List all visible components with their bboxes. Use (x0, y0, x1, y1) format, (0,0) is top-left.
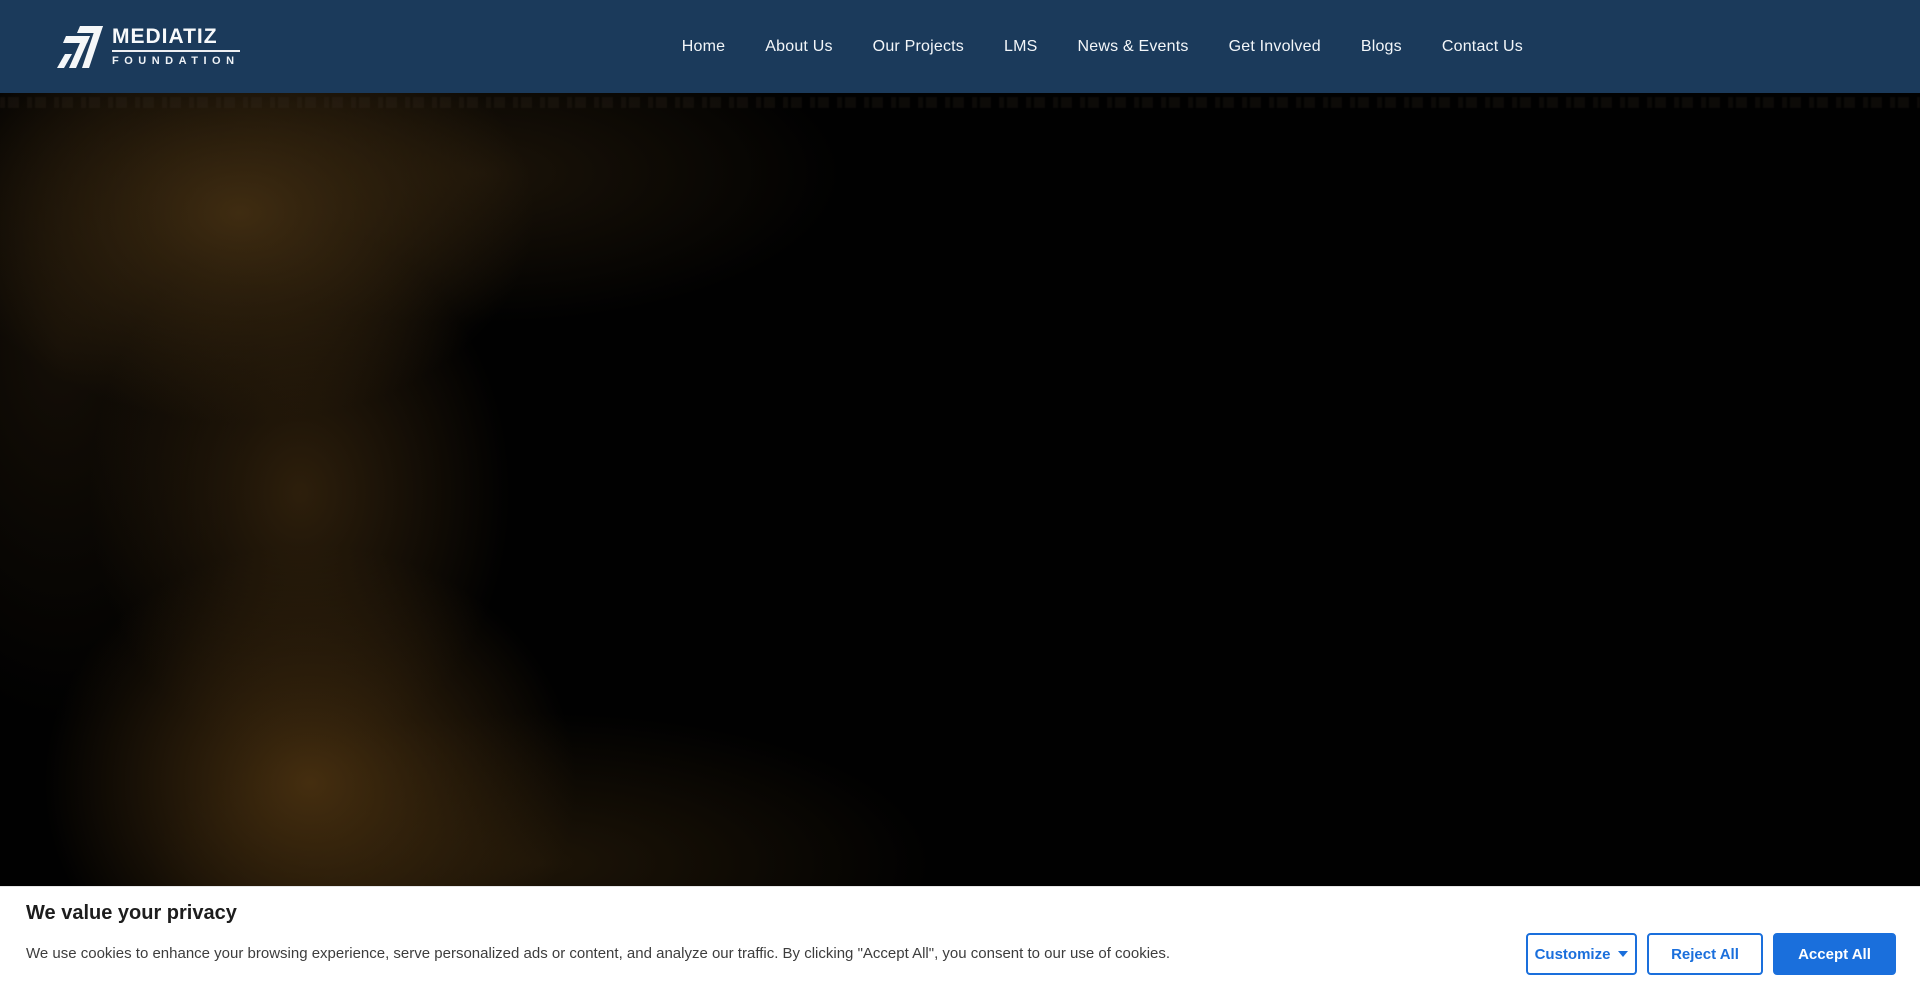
nav-item-our-projects[interactable]: Our Projects (873, 38, 964, 56)
hero-background-pattern (0, 97, 1920, 108)
cookie-banner-buttons: Customize Reject All Accept All (1526, 933, 1896, 975)
chevron-down-icon (1618, 951, 1628, 957)
nav-item-home[interactable]: Home (682, 38, 725, 56)
nav-item-lms[interactable]: LMS (1004, 38, 1038, 56)
brand-divider (112, 50, 240, 52)
hero-section (0, 93, 1920, 886)
brand-tagline: FOUNDATION (112, 56, 240, 67)
reject-all-button-label: Reject All (1671, 946, 1739, 963)
nav-item-blogs[interactable]: Blogs (1361, 38, 1402, 56)
cookie-consent-banner: We value your privacy We use cookies to … (0, 886, 1920, 993)
accept-all-button[interactable]: Accept All (1773, 933, 1896, 975)
customize-button[interactable]: Customize (1526, 933, 1637, 975)
cookie-banner-title: We value your privacy (26, 902, 1896, 924)
logo-text: MEDIATIZ FOUNDATION (112, 26, 240, 67)
nav-item-about-us[interactable]: About Us (765, 38, 832, 56)
brand-name: MEDIATIZ (112, 26, 240, 47)
navbar: MEDIATIZ FOUNDATION Home About Us Our Pr… (0, 0, 1920, 93)
nav-item-news-events[interactable]: News & Events (1078, 38, 1189, 56)
accept-all-button-label: Accept All (1798, 946, 1871, 963)
cookie-banner-description: We use cookies to enhance your browsing … (26, 944, 1526, 964)
nav-item-get-involved[interactable]: Get Involved (1229, 38, 1321, 56)
main-nav: Home About Us Our Projects LMS News & Ev… (682, 38, 1523, 56)
customize-button-label: Customize (1535, 946, 1611, 963)
brand-logo-icon (57, 26, 103, 68)
cookie-banner-row: We use cookies to enhance your browsing … (26, 933, 1896, 975)
reject-all-button[interactable]: Reject All (1647, 933, 1763, 975)
logo[interactable]: MEDIATIZ FOUNDATION (57, 26, 240, 68)
nav-item-contact-us[interactable]: Contact Us (1442, 38, 1523, 56)
